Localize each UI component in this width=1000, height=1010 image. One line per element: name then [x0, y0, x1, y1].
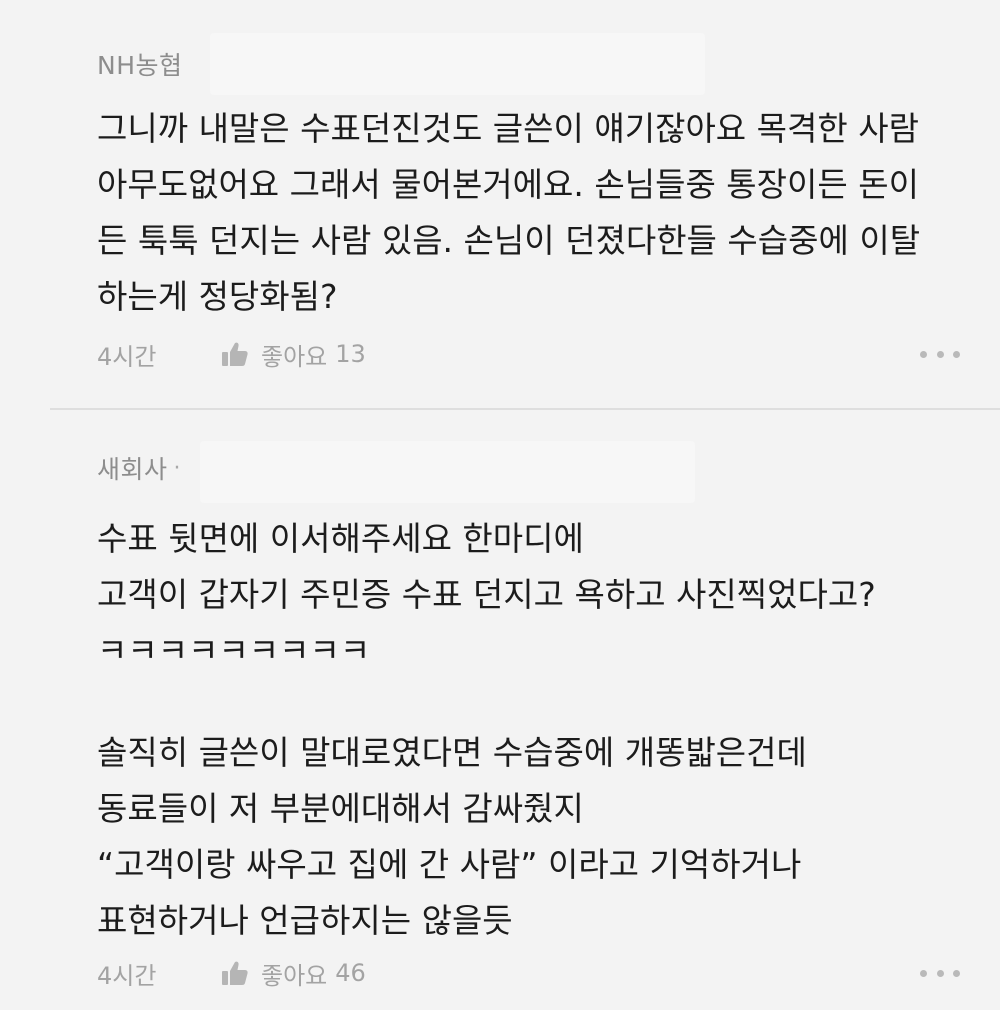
like-count: 13 — [335, 340, 366, 368]
like-count: 46 — [335, 959, 366, 987]
redacted-author-area — [200, 441, 695, 503]
comment-text-line: ㅋㅋㅋㅋㅋㅋㅋㅋㅋ — [97, 631, 371, 670]
comment-item: 새회사 · 수표 뒷면에 이서해주세요 한마디에 고객이 갑자기 주민증 수표 … — [0, 408, 1000, 1010]
like-button[interactable]: 좋아요 13 — [221, 337, 366, 372]
comment-time: 4시간 — [97, 342, 157, 371]
comment-text-line: 하는게 정당화됨? — [97, 277, 338, 316]
more-horizontal-icon — [920, 969, 927, 977]
comment-text-line: 동료들이 저 부분에대해서 감싸줬지 — [97, 789, 584, 828]
comment-meta: 4시간 좋아요 13 — [97, 334, 960, 374]
author-company[interactable]: NH농협 — [97, 46, 183, 82]
thumbs-up-icon — [222, 342, 248, 366]
comment-text-line: 솔직히 글쓴이 말대로였다면 수습중에 개똥밟은건데 — [97, 733, 807, 772]
more-options-button[interactable] — [920, 961, 960, 985]
comment-text-line: 표현하거나 언급하지는 않을듯 — [97, 901, 513, 940]
thumbs-up-icon — [222, 961, 248, 985]
comment-text-line: 든 툭툭 던지는 사람 있음. 손님이 던졌다한들 수습중에 이탈 — [97, 221, 921, 260]
comment-text-line: 수표 뒷면에 이서해주세요 한마디에 — [97, 519, 584, 558]
like-label: 좋아요 — [261, 961, 328, 990]
comment-time: 4시간 — [97, 961, 157, 990]
comment-text-line: 아무도없어요 그래서 물어본거에요. 손님들중 통장이든 돈이 — [97, 165, 919, 204]
comment-text-line: 고객이 갑자기 주민증 수표 던지고 욕하고 사진찍었다고? — [97, 575, 876, 614]
like-button[interactable]: 좋아요 46 — [221, 956, 366, 991]
author-separator: · — [173, 455, 181, 481]
redacted-author-area — [210, 33, 705, 95]
comment-body: 수표 뒷면에 이서해주세요 한마디에 고객이 갑자기 주민증 수표 던지고 욕하… — [97, 511, 960, 949]
comment-author-row: 새회사 · — [97, 448, 181, 488]
author-company[interactable]: 새회사 — [97, 450, 168, 486]
comment-body: 그니까 내말은 수표던진것도 글쓴이 얘기잖아요 목격한 사람 아무도없어요 그… — [97, 101, 960, 325]
comment-thread: NH농협 그니까 내말은 수표던진것도 글쓴이 얘기잖아요 목격한 사람 아무도… — [0, 0, 1000, 1010]
more-options-button[interactable] — [920, 342, 960, 366]
like-label: 좋아요 — [261, 342, 328, 371]
comment-text-line: 그니까 내말은 수표던진것도 글쓴이 얘기잖아요 목격한 사람 — [97, 109, 919, 148]
comment-meta: 4시간 좋아요 46 — [97, 953, 960, 993]
more-horizontal-icon — [920, 350, 927, 358]
comment-text-line: “고객이랑 싸우고 집에 간 사람” 이라고 기억하거나 — [97, 845, 802, 884]
comment-item: NH농협 그니까 내말은 수표던진것도 글쓴이 얘기잖아요 목격한 사람 아무도… — [0, 0, 1000, 408]
comment-author-row: NH농협 — [97, 44, 183, 84]
